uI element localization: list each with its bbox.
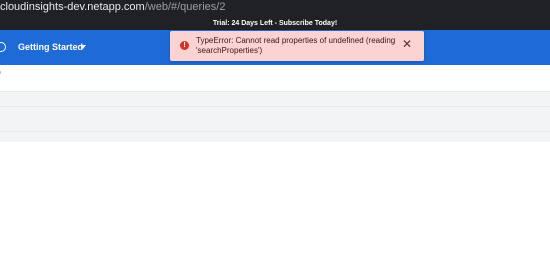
- trial-banner-text[interactable]: Trial: 24 Days Left - Subscribe Today!: [213, 20, 337, 27]
- error-toast: ! TypeError: Cannot read properties of u…: [170, 31, 424, 61]
- url-path: /web/#/queries/2: [144, 1, 226, 13]
- chevron-down-icon[interactable]: [80, 45, 86, 49]
- main-content: [0, 142, 550, 272]
- toolbar-strip: [0, 106, 550, 132]
- breadcrumb-separator: /: [0, 71, 1, 82]
- circle-icon[interactable]: [0, 42, 6, 52]
- error-message: TypeError: Cannot read properties of und…: [196, 36, 396, 55]
- getting-started-menu[interactable]: Getting Started: [18, 40, 83, 54]
- url-host: cloudinsights-dev.netapp.com: [0, 1, 145, 13]
- error-icon: !: [180, 41, 189, 50]
- close-icon[interactable]: ✕: [401, 38, 413, 50]
- trial-banner[interactable]: Trial: 24 Days Left - Subscribe Today!: [0, 17, 550, 30]
- address-bar[interactable]: cloudinsights-dev.netapp.com/web/#/queri…: [0, 0, 550, 17]
- breadcrumb: /: [0, 65, 550, 92]
